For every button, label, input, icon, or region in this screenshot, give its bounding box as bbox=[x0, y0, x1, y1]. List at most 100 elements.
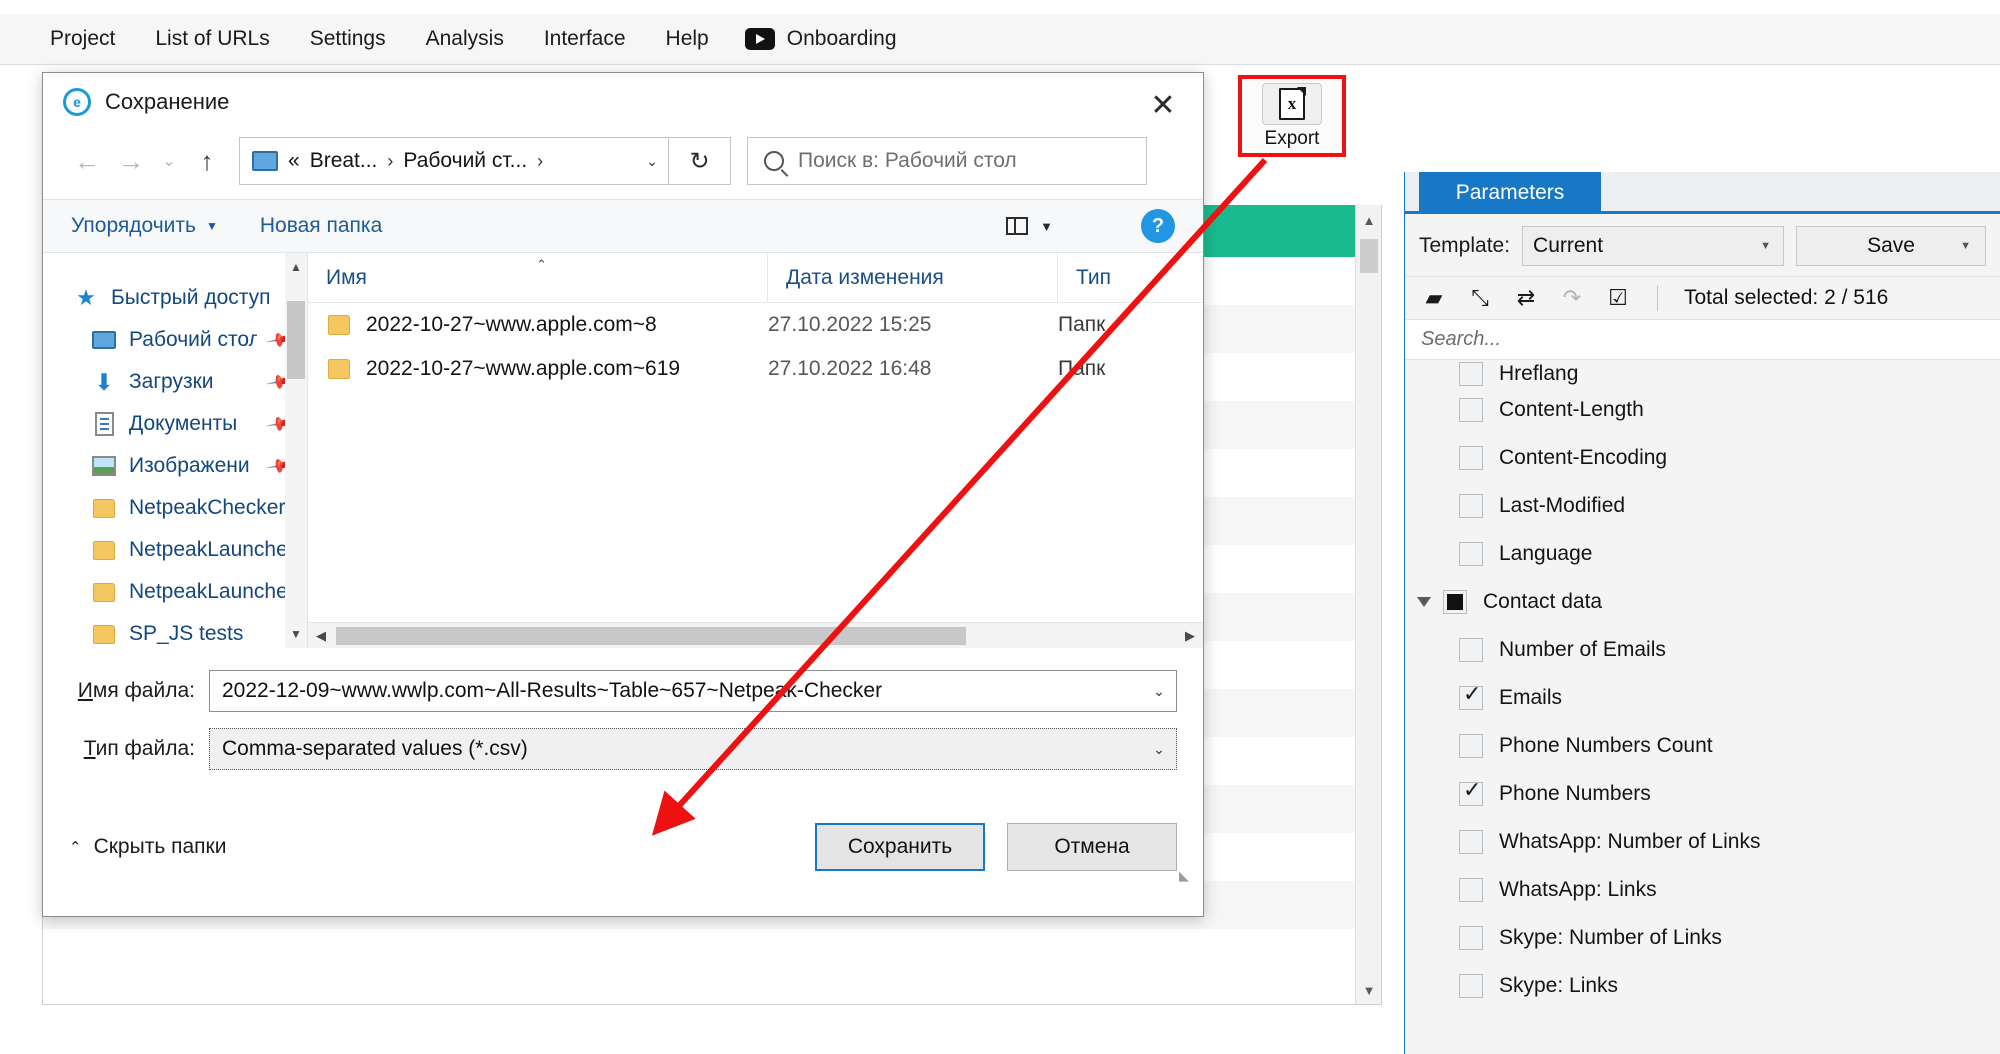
menu-item-interface[interactable]: Interface bbox=[524, 21, 646, 57]
scroll-thumb[interactable] bbox=[336, 627, 966, 645]
menu-item-analysis[interactable]: Analysis bbox=[406, 21, 524, 57]
help-icon[interactable]: ? bbox=[1141, 209, 1175, 243]
parameter-item-7[interactable]: Emails bbox=[1405, 674, 2000, 722]
file-name-cell: 2022-10-27~www.apple.com~619 bbox=[308, 357, 768, 381]
menu-item-help[interactable]: Help bbox=[646, 21, 729, 57]
parameter-item-11[interactable]: WhatsApp: Links bbox=[1405, 866, 2000, 914]
checkbox-unchecked[interactable] bbox=[1459, 974, 1483, 998]
dialog-search-input[interactable]: Поиск в: Рабочий стол bbox=[747, 137, 1147, 185]
checkbox-unchecked[interactable] bbox=[1459, 362, 1483, 386]
sidebar-item-4[interactable]: Изображени 📌 bbox=[43, 445, 307, 487]
save-button[interactable]: Сохранить bbox=[815, 823, 985, 871]
expand-triangle-icon[interactable] bbox=[1417, 597, 1431, 607]
results-vertical-scrollbar[interactable]: ▲ ▼ bbox=[1355, 205, 1381, 1004]
column-header-type[interactable]: Тип bbox=[1058, 253, 1203, 303]
checkbox-unchecked[interactable] bbox=[1459, 398, 1483, 422]
refresh-icon[interactable]: ↻ bbox=[669, 137, 731, 185]
filetype-row: Тип файла: Comma-separated values (*.csv… bbox=[69, 728, 1177, 770]
eraser-icon[interactable]: ▰ bbox=[1421, 285, 1447, 310]
sidebar-item-7[interactable]: NetpeakLaunche bbox=[43, 571, 307, 613]
parameter-item-2[interactable]: Content-Encoding bbox=[1405, 434, 2000, 482]
checkbox-unchecked[interactable] bbox=[1459, 830, 1483, 854]
menu-item-onboarding[interactable]: Onboarding bbox=[729, 21, 913, 57]
checkbox-unchecked[interactable] bbox=[1459, 494, 1483, 518]
sidebar-item-8[interactable]: SP_JS tests bbox=[43, 613, 307, 655]
scroll-right-icon[interactable]: ▶ bbox=[1177, 623, 1203, 649]
file-row[interactable]: 2022-10-27~www.apple.com~8 27.10.2022 15:… bbox=[308, 303, 1203, 347]
parameter-item-10[interactable]: WhatsApp: Number of Links bbox=[1405, 818, 2000, 866]
scroll-up-icon[interactable]: ▲ bbox=[285, 255, 307, 279]
sidebar-scrollbar[interactable]: ▲ ▼ bbox=[285, 253, 307, 648]
chevron-down-icon[interactable]: ⌄ bbox=[1142, 671, 1176, 711]
parameter-item-13[interactable]: Skype: Links bbox=[1405, 962, 2000, 1010]
checkbox-unchecked[interactable] bbox=[1459, 446, 1483, 470]
parameter-item-4[interactable]: Language bbox=[1405, 530, 2000, 578]
filename-input[interactable]: 2022-12-09~www.wwlp.com~All-Results~Tabl… bbox=[209, 670, 1177, 712]
tab-parameters[interactable]: Parameters bbox=[1419, 172, 1601, 214]
scroll-down-icon[interactable]: ▼ bbox=[285, 622, 307, 646]
checkbox-unchecked[interactable] bbox=[1459, 638, 1483, 662]
parameter-item-0[interactable]: Hreflang bbox=[1405, 360, 2000, 386]
sidebar-item-3[interactable]: Документы 📌 bbox=[43, 403, 307, 445]
recent-locations-icon[interactable]: ⌄ bbox=[153, 139, 185, 183]
parameter-item-5[interactable]: Contact data bbox=[1405, 578, 2000, 626]
breadcrumb[interactable]: « Breat... › Рабочий ст... › ⌄ bbox=[239, 137, 669, 185]
organize-button[interactable]: Упорядочить ▼ bbox=[71, 214, 218, 238]
scroll-thumb[interactable] bbox=[287, 301, 305, 379]
redo-icon[interactable]: ↷ bbox=[1559, 285, 1585, 310]
scroll-thumb[interactable] bbox=[1360, 239, 1378, 273]
up-one-level-icon[interactable]: ↑ bbox=[185, 139, 229, 183]
breadcrumb-item-1[interactable]: Breat... bbox=[310, 149, 378, 173]
parameter-item-3[interactable]: Last-Modified bbox=[1405, 482, 2000, 530]
back-icon[interactable]: ← bbox=[65, 139, 109, 183]
sidebar-item-0[interactable]: ★ Быстрый доступ bbox=[43, 277, 307, 319]
close-icon[interactable]: ✕ bbox=[1137, 85, 1189, 125]
breadcrumb-item-2[interactable]: Рабочий ст... bbox=[403, 149, 527, 173]
sort-ascending-icon: ⌃ bbox=[536, 257, 547, 272]
sidebar-item-5[interactable]: NetpeakChecker bbox=[43, 487, 307, 529]
breadcrumb-dropdown-icon[interactable]: ⌄ bbox=[646, 153, 658, 170]
chevron-down-icon: ▼ bbox=[1040, 218, 1053, 234]
checkbox-checked[interactable] bbox=[1459, 681, 1483, 710]
resize-grip-icon[interactable]: ◣ bbox=[1179, 868, 1195, 884]
chevron-down-icon[interactable]: ▼ bbox=[1960, 240, 1971, 252]
file-row[interactable]: 2022-10-27~www.apple.com~619 27.10.2022 1… bbox=[308, 347, 1203, 391]
parameter-item-8[interactable]: Phone Numbers Count bbox=[1405, 722, 2000, 770]
sidebar-item-2[interactable]: ⬇ Загрузки 📌 bbox=[43, 361, 307, 403]
file-list-horizontal-scrollbar[interactable]: ◀ ▶ bbox=[308, 622, 1203, 648]
menu-item-list-of-urls[interactable]: List of URLs bbox=[135, 21, 289, 57]
new-folder-button[interactable]: Новая папка bbox=[260, 214, 382, 238]
parameter-item-1[interactable]: Content-Length bbox=[1405, 386, 2000, 434]
cancel-button[interactable]: Отмена bbox=[1007, 823, 1177, 871]
scroll-left-icon[interactable]: ◀ bbox=[308, 623, 334, 649]
checkbox-unchecked[interactable] bbox=[1459, 734, 1483, 758]
menu-item-settings[interactable]: Settings bbox=[290, 21, 406, 57]
scroll-up-icon[interactable]: ▲ bbox=[1356, 207, 1381, 233]
checkbox-checked[interactable] bbox=[1459, 777, 1483, 806]
sidebar-item-1[interactable]: Рабочий стол 📌 bbox=[43, 319, 307, 361]
check-all-icon[interactable]: ☑ bbox=[1605, 285, 1631, 310]
menu-item-project[interactable]: Project bbox=[42, 21, 135, 57]
parameters-search-input[interactable]: Search... bbox=[1405, 320, 2000, 360]
parameter-item-9[interactable]: Phone Numbers bbox=[1405, 770, 2000, 818]
template-dropdown[interactable]: Current ▼ bbox=[1522, 226, 1784, 266]
save-template-button[interactable]: Save ▼ bbox=[1796, 226, 1986, 266]
scroll-down-icon[interactable]: ▼ bbox=[1356, 977, 1381, 1003]
checkbox-unchecked[interactable] bbox=[1459, 878, 1483, 902]
collapse-icon[interactable]: ⤡ bbox=[1467, 285, 1493, 310]
filetype-dropdown[interactable]: Comma-separated values (*.csv) ⌄ bbox=[209, 728, 1177, 770]
parameter-item-6[interactable]: Number of Emails bbox=[1405, 626, 2000, 674]
hide-folders-button[interactable]: ⌃ Скрыть папки bbox=[69, 835, 226, 859]
view-options-button[interactable]: ▼ bbox=[1006, 217, 1053, 235]
column-header-date[interactable]: Дата изменения bbox=[768, 252, 1058, 303]
checkbox-unchecked[interactable] bbox=[1459, 926, 1483, 950]
chevron-down-icon[interactable]: ⌄ bbox=[1142, 729, 1176, 769]
export-button[interactable]: x bbox=[1262, 82, 1322, 125]
sidebar-item-6[interactable]: NetpeakLaunche bbox=[43, 529, 307, 571]
swap-icon[interactable]: ⇄ bbox=[1513, 285, 1539, 310]
parameter-item-12[interactable]: Skype: Number of Links bbox=[1405, 914, 2000, 962]
checkbox-unchecked[interactable] bbox=[1459, 542, 1483, 566]
forward-icon[interactable]: → bbox=[109, 139, 153, 183]
checkbox-partial[interactable] bbox=[1443, 590, 1467, 614]
spreadsheet-icon: x bbox=[1279, 86, 1306, 120]
